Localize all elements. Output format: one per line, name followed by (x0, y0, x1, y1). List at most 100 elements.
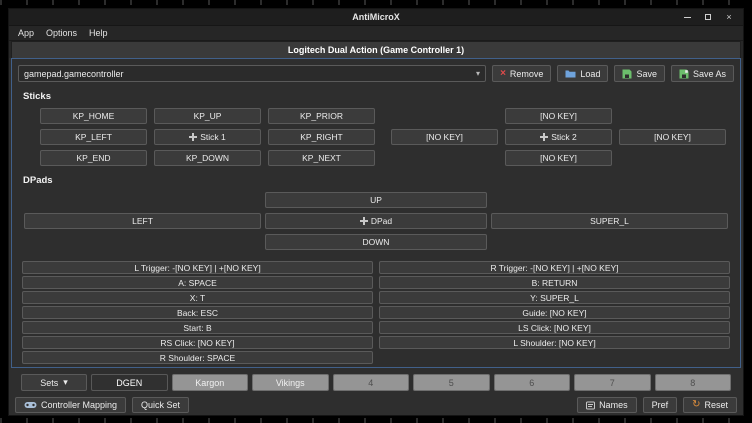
rstick-left-button[interactable]: [NO KEY] (391, 129, 498, 145)
pref-label: Pref (652, 400, 669, 410)
names-label: Names (599, 400, 628, 410)
bottom-bar: Controller Mapping Quick Set Names Pref … (15, 396, 737, 414)
names-button[interactable]: Names (577, 397, 637, 413)
save-as-label: Save As (693, 69, 726, 79)
lstick-right-button[interactable]: KP_RIGHT (268, 129, 375, 145)
antimicrox-window: AntiMicroX × App Options Help Logitech D… (8, 8, 744, 416)
set-tab-4[interactable]: 4 (333, 374, 410, 391)
lstick-left-button[interactable]: KP_LEFT (40, 129, 147, 145)
remove-icon: × (500, 69, 506, 78)
dpad-right-button[interactable]: SUPER_L (491, 213, 728, 229)
window-controls: × (682, 12, 743, 22)
reset-icon: ↻ (692, 400, 700, 410)
menubar: App Options Help (9, 26, 743, 41)
dpads-section-label: DPads (23, 175, 734, 186)
window-title: AntiMicroX (9, 12, 743, 22)
close-button[interactable]: × (724, 12, 734, 22)
menu-options[interactable]: Options (40, 28, 83, 38)
rs-click-button[interactable]: RS Click: [NO KEY] (22, 336, 373, 349)
lstick-up-button[interactable]: KP_UP (154, 108, 261, 124)
save-as-button[interactable]: Save As (671, 65, 734, 82)
lstick-up-left-button[interactable]: KP_HOME (40, 108, 147, 124)
chevron-down-icon: ▾ (476, 69, 480, 78)
joystick-icon (540, 133, 548, 141)
set-tab-dgen[interactable]: DGEN (91, 374, 168, 391)
minimize-button[interactable] (682, 12, 692, 22)
profile-row: gamepad.gamecontroller ▾ × Remove Load S… (18, 65, 734, 82)
left-stick-grid: KP_HOME KP_UP KP_PRIOR KP_LEFT Stick 1 K… (40, 108, 375, 166)
set-tab-8[interactable]: 8 (655, 374, 732, 391)
reset-button[interactable]: ↻ Reset (683, 397, 737, 413)
button-assignment-list: L Trigger: -[NO KEY] | +[NO KEY] A: SPAC… (22, 261, 730, 364)
controller-mapping-button[interactable]: Controller Mapping (15, 397, 126, 413)
controller-pane: gamepad.gamecontroller ▾ × Remove Load S… (11, 58, 741, 368)
l-trigger-button[interactable]: L Trigger: -[NO KEY] | +[NO KEY] (22, 261, 373, 274)
quick-set-label: Quick Set (141, 400, 180, 410)
lstick-down-right-button[interactable]: KP_NEXT (268, 150, 375, 166)
rstick-center-button[interactable]: Stick 2 (505, 129, 612, 145)
save-disk-icon (622, 69, 632, 79)
lstick-center-label: Stick 1 (200, 132, 226, 142)
maximize-icon (705, 14, 711, 20)
ls-click-button[interactable]: LS Click: [NO KEY] (379, 321, 730, 334)
maximize-button[interactable] (703, 12, 713, 22)
remove-button[interactable]: × Remove (492, 65, 551, 82)
remove-label: Remove (510, 69, 544, 79)
r-shoulder-button[interactable]: R Shoulder: SPACE (22, 351, 373, 364)
load-button[interactable]: Load (557, 65, 608, 82)
profile-combobox-value: gamepad.gamecontroller (24, 69, 124, 79)
assignment-column-left: L Trigger: -[NO KEY] | +[NO KEY] A: SPAC… (22, 261, 373, 364)
menu-help[interactable]: Help (83, 28, 114, 38)
reset-label: Reset (704, 400, 728, 410)
assignment-column-right: R Trigger: -[NO KEY] | +[NO KEY] B: RETU… (379, 261, 730, 364)
minimize-icon (684, 17, 691, 18)
sets-menu-button[interactable]: Sets ▾ (21, 374, 87, 391)
tab-controller[interactable]: Logitech Dual Action (Game Controller 1) (11, 41, 741, 58)
save-label: Save (636, 69, 657, 79)
profile-combobox[interactable]: gamepad.gamecontroller ▾ (18, 65, 486, 82)
r-trigger-button[interactable]: R Trigger: -[NO KEY] | +[NO KEY] (379, 261, 730, 274)
folder-open-icon (565, 69, 576, 78)
chevron-down-icon: ▾ (63, 377, 68, 388)
lstick-center-button[interactable]: Stick 1 (154, 129, 261, 145)
sticks-section-label: Sticks (23, 91, 734, 102)
a-button[interactable]: A: SPACE (22, 276, 373, 289)
set-tab-kargon[interactable]: Kargon (172, 374, 249, 391)
b-button[interactable]: B: RETURN (379, 276, 730, 289)
back-button[interactable]: Back: ESC (22, 306, 373, 319)
lstick-down-left-button[interactable]: KP_END (40, 150, 147, 166)
quick-set-button[interactable]: Quick Set (132, 397, 189, 413)
gamepad-icon (24, 401, 37, 409)
dpad-left-button[interactable]: LEFT (24, 213, 261, 229)
rstick-up-button[interactable]: [NO KEY] (505, 108, 612, 124)
sets-row: Sets ▾ DGEN Kargon Vikings 4 5 6 7 8 (21, 374, 731, 391)
pref-button[interactable]: Pref (643, 397, 678, 413)
start-button[interactable]: Start: B (22, 321, 373, 334)
guide-button[interactable]: Guide: [NO KEY] (379, 306, 730, 319)
y-button[interactable]: Y: SUPER_L (379, 291, 730, 304)
set-tab-5[interactable]: 5 (413, 374, 490, 391)
sets-menu-label: Sets (40, 378, 58, 388)
desktop-edge-pattern-bottom (0, 418, 752, 423)
set-tab-6[interactable]: 6 (494, 374, 571, 391)
dpad-up-button[interactable]: UP (265, 192, 487, 208)
set-tab-7[interactable]: 7 (574, 374, 651, 391)
sticks-grids: KP_HOME KP_UP KP_PRIOR KP_LEFT Stick 1 K… (40, 108, 734, 166)
dpad-center-label: DPad (371, 216, 392, 226)
dpad-center-button[interactable]: DPad (265, 213, 487, 229)
set-tab-vikings[interactable]: Vikings (252, 374, 329, 391)
x-button[interactable]: X: T (22, 291, 373, 304)
rstick-right-button[interactable]: [NO KEY] (619, 129, 726, 145)
rstick-center-label: Stick 2 (551, 132, 577, 142)
save-button[interactable]: Save (614, 65, 665, 82)
menu-app[interactable]: App (12, 28, 40, 38)
desktop-edge-pattern-top (0, 0, 752, 5)
lstick-up-right-button[interactable]: KP_PRIOR (268, 108, 375, 124)
rstick-down-button[interactable]: [NO KEY] (505, 150, 612, 166)
lstick-down-button[interactable]: KP_DOWN (154, 150, 261, 166)
load-label: Load (580, 69, 600, 79)
dpad-down-button[interactable]: DOWN (265, 234, 487, 250)
dpad-cluster: UP LEFT DPad SUPER_L DOWN (24, 192, 728, 250)
l-shoulder-button[interactable]: L Shoulder: [NO KEY] (379, 336, 730, 349)
joystick-icon (189, 133, 197, 141)
